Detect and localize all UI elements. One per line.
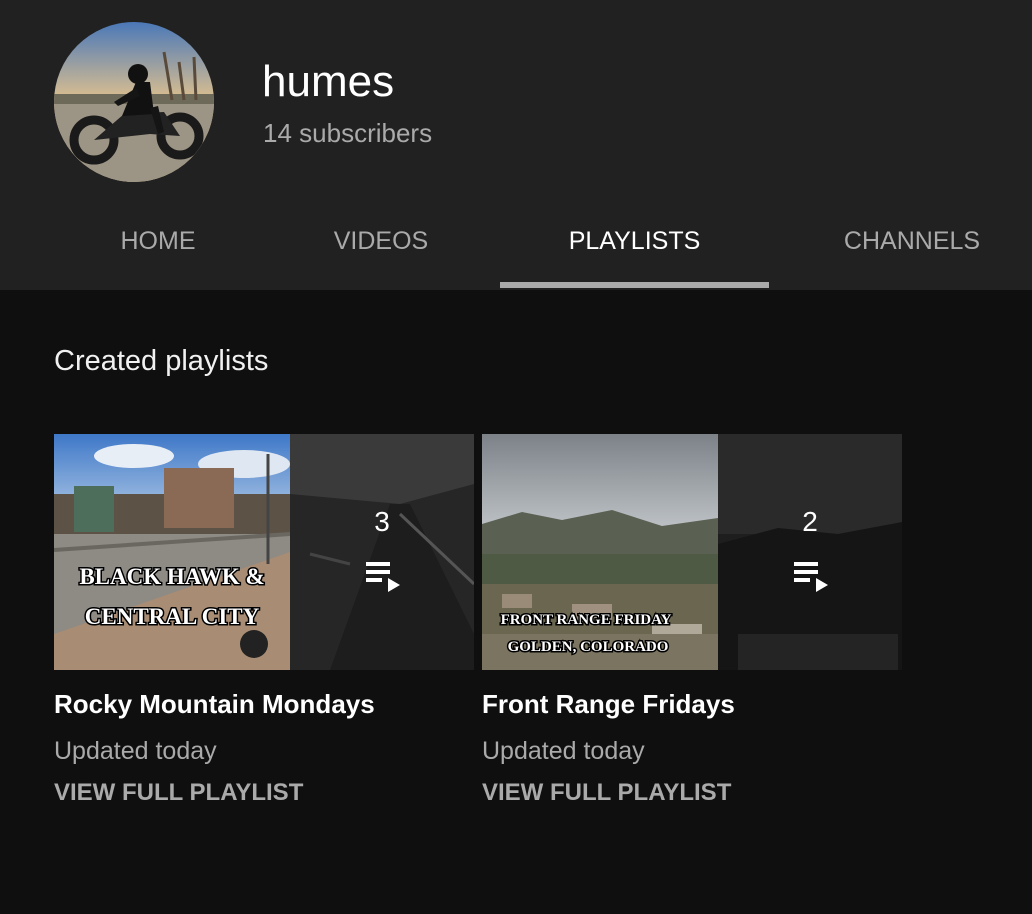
playlist-card: BLACK HAWK & CENTRAL CITY 3 Rocky Mounta…: [54, 434, 474, 808]
playlist-updated: Updated today: [482, 737, 645, 765]
playlist-card: FRONT RANGE FRIDAY GOLDEN, COLORADO 2 Fr…: [482, 434, 902, 808]
playlist-title[interactable]: Rocky Mountain Mondays: [54, 688, 474, 720]
playlist-updated: Updated today: [54, 737, 217, 765]
thumbnail-image: BLACK HAWK & CENTRAL CITY: [54, 434, 290, 670]
channel-name: humes: [262, 57, 395, 106]
tab-channels[interactable]: CHANNELS: [822, 196, 1002, 286]
playlist-thumbnail[interactable]: FRONT RANGE FRIDAY GOLDEN, COLORADO 2: [482, 434, 902, 670]
thumbnail-caption-line2: CENTRAL CITY: [85, 604, 260, 629]
playlist-play-icon: [794, 562, 828, 592]
view-full-playlist-link[interactable]: VIEW FULL PLAYLIST: [54, 778, 474, 808]
playlist-video-count: 2: [802, 506, 818, 537]
avatar-image: [54, 22, 214, 182]
thumbnail-image: FRONT RANGE FRIDAY GOLDEN, COLORADO: [482, 434, 718, 670]
thumbnail-side-panel: [718, 434, 902, 670]
thumbnail-side-panel: [290, 434, 474, 670]
thumbnail-caption-line1: BLACK HAWK &: [79, 564, 264, 589]
section-title: Created playlists: [54, 345, 269, 377]
channel-header: humes 14 subscribers HOME VIDEOS PLAYLIS…: [0, 0, 1032, 290]
subscriber-count: 14 subscribers: [263, 118, 433, 148]
channel-tabs: HOME VIDEOS PLAYLISTS CHANNELS: [0, 196, 1032, 290]
playlist-play-icon: [366, 562, 400, 592]
tab-playlists[interactable]: PLAYLISTS: [500, 196, 769, 286]
playlist-title[interactable]: Front Range Fridays: [482, 688, 902, 720]
thumbnail-caption-line1: FRONT RANGE FRIDAY: [501, 612, 672, 628]
active-tab-indicator: [500, 282, 769, 288]
tab-videos[interactable]: VIDEOS: [314, 196, 448, 286]
thumbnail-caption-line2: GOLDEN, COLORADO: [508, 639, 669, 655]
channel-avatar[interactable]: [54, 22, 214, 182]
playlist-thumbnail[interactable]: BLACK HAWK & CENTRAL CITY 3: [54, 434, 474, 670]
view-full-playlist-link[interactable]: VIEW FULL PLAYLIST: [482, 778, 902, 808]
tab-home[interactable]: HOME: [92, 196, 224, 286]
playlist-video-count: 3: [374, 506, 390, 537]
